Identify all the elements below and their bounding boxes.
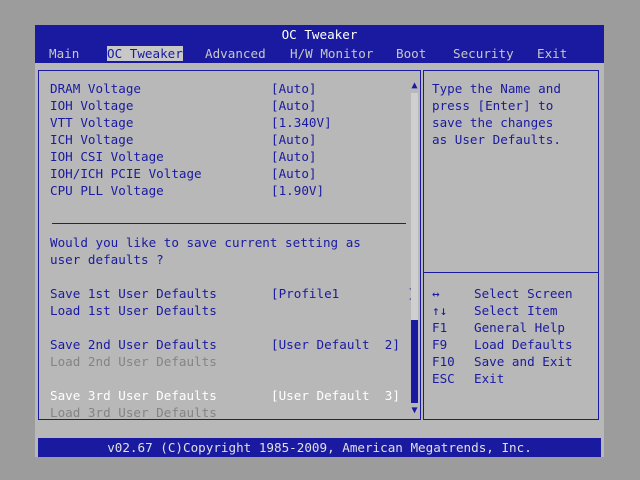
scroll-down-arrow-icon[interactable]: ▼ bbox=[409, 405, 420, 417]
key-legend-key: F1 bbox=[432, 320, 448, 335]
scroll-up-arrow-icon[interactable]: ▲ bbox=[409, 80, 420, 92]
help-text-line: Type the Name and bbox=[432, 81, 561, 96]
key-legend-key: F10 bbox=[432, 354, 455, 369]
setting-label-ioh-voltage[interactable]: IOH Voltage bbox=[50, 98, 133, 113]
key-legend-action: General Help bbox=[474, 320, 565, 335]
save-1st-user-defaults-value[interactable]: [Profile1 ] bbox=[271, 286, 415, 301]
tab-hw-monitor[interactable]: H/W Monitor bbox=[290, 46, 373, 61]
load-3rd-user-defaults: Load 3rd User Defaults bbox=[50, 405, 217, 420]
save-3rd-user-defaults[interactable]: Save 3rd User Defaults bbox=[50, 388, 217, 403]
setting-value-ich-voltage[interactable]: [Auto] bbox=[271, 132, 317, 147]
help-text-line: as User Defaults. bbox=[432, 132, 561, 147]
tab-exit[interactable]: Exit bbox=[537, 46, 567, 61]
save-question-line2: user defaults ? bbox=[50, 252, 164, 267]
tab-boot[interactable]: Boot bbox=[396, 46, 426, 61]
scroll-thumb[interactable] bbox=[411, 320, 418, 403]
tab-security[interactable]: Security bbox=[453, 46, 514, 61]
key-legend-action: Select Screen bbox=[474, 286, 573, 301]
tab-advanced[interactable]: Advanced bbox=[205, 46, 266, 61]
key-legend-action: Select Item bbox=[474, 303, 558, 318]
setting-value-vtt-voltage[interactable]: [1.340V] bbox=[271, 115, 332, 130]
load-1st-user-defaults[interactable]: Load 1st User Defaults bbox=[50, 303, 217, 318]
help-divider bbox=[423, 272, 599, 273]
section-divider bbox=[52, 223, 406, 224]
setting-label-ioh-ich-pcie-voltage[interactable]: IOH/ICH PCIE Voltage bbox=[50, 166, 202, 181]
setting-label-ioh-csi-voltage[interactable]: IOH CSI Voltage bbox=[50, 149, 164, 164]
setting-value-ioh-voltage[interactable]: [Auto] bbox=[271, 98, 317, 113]
setting-label-vtt-voltage[interactable]: VTT Voltage bbox=[50, 115, 133, 130]
key-legend-action: Exit bbox=[474, 371, 505, 386]
footer-bar: v02.67 (C)Copyright 1985-2009, American … bbox=[38, 438, 601, 457]
menu-bar: Main OC Tweaker Advanced H/W Monitor Boo… bbox=[35, 44, 604, 63]
save-question-line1: Would you like to save current setting a… bbox=[50, 235, 361, 250]
key-legend-action: Load Defaults bbox=[474, 337, 573, 352]
setting-value-ioh-ich-pcie-voltage[interactable]: [Auto] bbox=[271, 166, 317, 181]
scrollbar[interactable]: ▲ ▼ bbox=[409, 80, 420, 417]
setting-label-dram-voltage[interactable]: DRAM Voltage bbox=[50, 81, 141, 96]
save-3rd-user-defaults-value[interactable]: [User Default 3] bbox=[271, 388, 400, 403]
help-text-line: press [Enter] to bbox=[432, 98, 554, 113]
tab-main[interactable]: Main bbox=[49, 46, 79, 61]
setting-value-ioh-csi-voltage[interactable]: [Auto] bbox=[271, 149, 317, 164]
key-legend-key: F9 bbox=[432, 337, 448, 352]
key-legend-action: Save and Exit bbox=[474, 354, 573, 369]
tab-oc-tweaker[interactable]: OC Tweaker bbox=[107, 46, 183, 61]
key-up-down-icon: ↑↓ bbox=[432, 303, 448, 318]
bios-screen: OC Tweaker Main OC Tweaker Advanced H/W … bbox=[35, 25, 604, 457]
setting-value-cpu-pll-voltage[interactable]: [1.90V] bbox=[271, 183, 324, 198]
save-2nd-user-defaults-value[interactable]: [User Default 2] bbox=[271, 337, 400, 352]
key-legend-key: ESC bbox=[432, 371, 455, 386]
setting-value-dram-voltage[interactable]: [Auto] bbox=[271, 81, 317, 96]
setting-label-cpu-pll-voltage[interactable]: CPU PLL Voltage bbox=[50, 183, 164, 198]
title-bar: OC Tweaker bbox=[35, 25, 604, 44]
copyright-text: v02.67 (C)Copyright 1985-2009, American … bbox=[107, 440, 532, 455]
key-left-right-icon: ↔ bbox=[432, 286, 440, 301]
page-title: OC Tweaker bbox=[281, 27, 358, 42]
save-2nd-user-defaults[interactable]: Save 2nd User Defaults bbox=[50, 337, 217, 352]
save-1st-user-defaults[interactable]: Save 1st User Defaults bbox=[50, 286, 217, 301]
load-2nd-user-defaults: Load 2nd User Defaults bbox=[50, 354, 217, 369]
help-text-line: save the changes bbox=[432, 115, 554, 130]
setting-label-ich-voltage[interactable]: ICH Voltage bbox=[50, 132, 133, 147]
